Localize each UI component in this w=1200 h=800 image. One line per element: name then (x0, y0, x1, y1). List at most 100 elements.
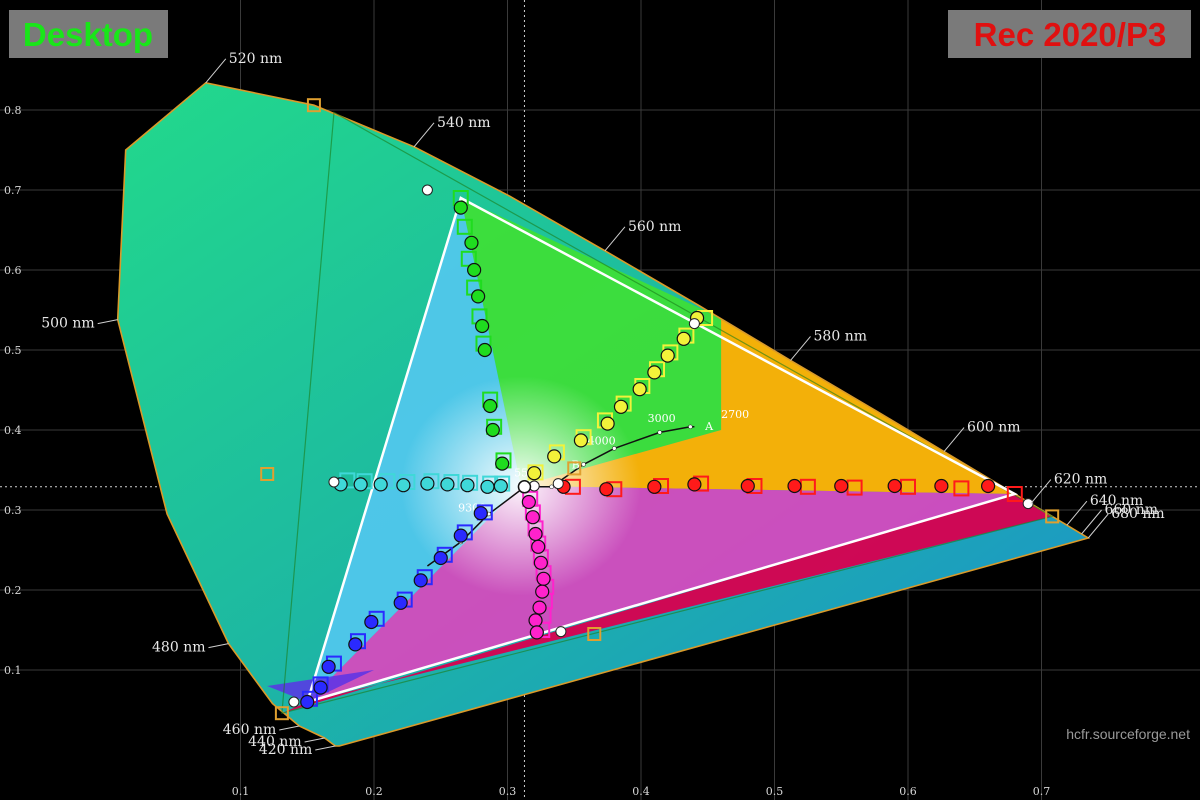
measured-point-cyan (493, 478, 508, 494)
measured-point-cyan (480, 479, 495, 494)
white-marker (1022, 498, 1034, 510)
measured-point-green (495, 456, 510, 471)
measured-point-blue (413, 573, 428, 588)
wavelength-label: 500 nm (41, 316, 94, 332)
wavelength-leader (315, 745, 336, 751)
wavelength-leader (1087, 513, 1109, 539)
wavelength-label: 560 nm (628, 219, 681, 235)
measured-point-magenta (529, 625, 544, 640)
wavelength-label: 580 nm (814, 328, 867, 344)
white-marker (288, 696, 300, 708)
measured-point-magenta (528, 613, 543, 628)
measured-point-blue (313, 680, 328, 695)
measured-point-magenta (536, 571, 551, 586)
measured-point-blue (453, 528, 468, 543)
measured-point-magenta (528, 526, 543, 542)
measured-point-yellow (527, 466, 542, 481)
x-tick-label: 0.1 (232, 785, 250, 798)
measured-point-magenta (525, 510, 540, 525)
measured-point-green (475, 318, 490, 334)
x-tick-label: 0.3 (499, 785, 517, 798)
measured-point-blue (393, 595, 408, 610)
wavelength-leader (1030, 479, 1052, 504)
cct-marker (657, 430, 662, 435)
white-point-marker (517, 480, 532, 494)
x-tick-label: 0.7 (1033, 785, 1051, 798)
measured-point-magenta (535, 584, 550, 599)
measured-point-magenta (533, 555, 548, 570)
measured-point-yellow (613, 399, 629, 414)
x-tick-label: 0.6 (899, 785, 917, 798)
measured-point-blue (433, 550, 448, 566)
wavelength-leader (413, 122, 435, 148)
measured-point-red (740, 478, 755, 494)
wavelength-label: 480 nm (152, 640, 205, 656)
wavelength-leader (208, 643, 229, 649)
measured-point-blue (300, 694, 315, 710)
wavelength-leader (790, 336, 811, 361)
cct-label: B (572, 458, 580, 471)
measured-point-green (467, 262, 482, 278)
wavelength-leader (279, 725, 300, 731)
y-tick-label: 0.3 (4, 504, 22, 517)
y-tick-label: 0.2 (4, 584, 22, 597)
cie-chart-svg: 27003000400055009300AB 520 nm540 nm560 n… (0, 0, 1200, 800)
y-tick-label: 0.7 (4, 184, 22, 197)
wavelength-label: 540 nm (437, 115, 490, 131)
measured-point-magenta (532, 600, 547, 615)
watermark: hcfr.sourceforge.net (1066, 726, 1190, 742)
measured-point-green (483, 398, 498, 414)
measured-point-blue (364, 614, 379, 630)
white-marker (421, 184, 433, 196)
measured-point-magenta (531, 539, 546, 554)
y-tick-label: 0.4 (4, 424, 22, 437)
measured-point-red (934, 478, 949, 494)
cct-label: 4000 (588, 434, 616, 447)
y-tick-label: 0.5 (4, 344, 22, 357)
x-tick-label: 0.4 (632, 785, 650, 798)
measured-point-cyan (353, 477, 368, 492)
measured-point-yellow (573, 433, 589, 448)
cct-marker (549, 484, 554, 490)
measured-point-green (471, 289, 486, 304)
measured-point-cyan (396, 478, 411, 493)
wavelength-leader (1066, 500, 1088, 526)
wavelength-label: 520 nm (229, 51, 282, 67)
cct-marker (688, 424, 693, 430)
y-tick-label: 0.1 (4, 664, 22, 677)
measured-point-blue (348, 637, 363, 652)
measured-point-red (887, 478, 902, 494)
wavelength-leader (604, 226, 626, 252)
white-marker (328, 476, 340, 488)
white-marker (555, 626, 567, 638)
measured-point-green (477, 342, 492, 358)
measured-point-cyan (440, 477, 455, 492)
measured-point-yellow (676, 331, 691, 346)
measured-point-cyan (420, 476, 435, 491)
measured-point-yellow (547, 449, 562, 464)
measured-point-red (687, 477, 702, 492)
white-marker (552, 478, 564, 490)
wavelength-label: 620 nm (1054, 472, 1107, 488)
cct-label: 3000 (648, 412, 676, 425)
cct-label: 2700 (721, 408, 749, 421)
measured-point-yellow (660, 348, 675, 363)
measured-point-yellow (647, 365, 662, 380)
y-tick-label: 0.8 (4, 104, 22, 117)
measured-point-cyan (373, 477, 388, 492)
measured-point-yellow (600, 416, 615, 431)
wavelength-leader (943, 427, 965, 452)
gamut-badge-label: Rec 2020/P3 (974, 16, 1167, 53)
white-marker (688, 318, 700, 330)
cct-label: A (704, 420, 714, 433)
desktop-badge-label: Desktop (23, 16, 153, 53)
wavelength-label: 420 nm (259, 742, 312, 758)
measured-point-blue (321, 659, 336, 674)
measured-point-yellow (632, 382, 647, 397)
measured-point-red (980, 478, 996, 494)
measured-point-green (453, 200, 468, 215)
cct-marker (581, 462, 586, 467)
measured-point-red (599, 482, 614, 497)
wavelength-leader (1081, 509, 1102, 535)
measured-point-cyan (460, 478, 475, 493)
